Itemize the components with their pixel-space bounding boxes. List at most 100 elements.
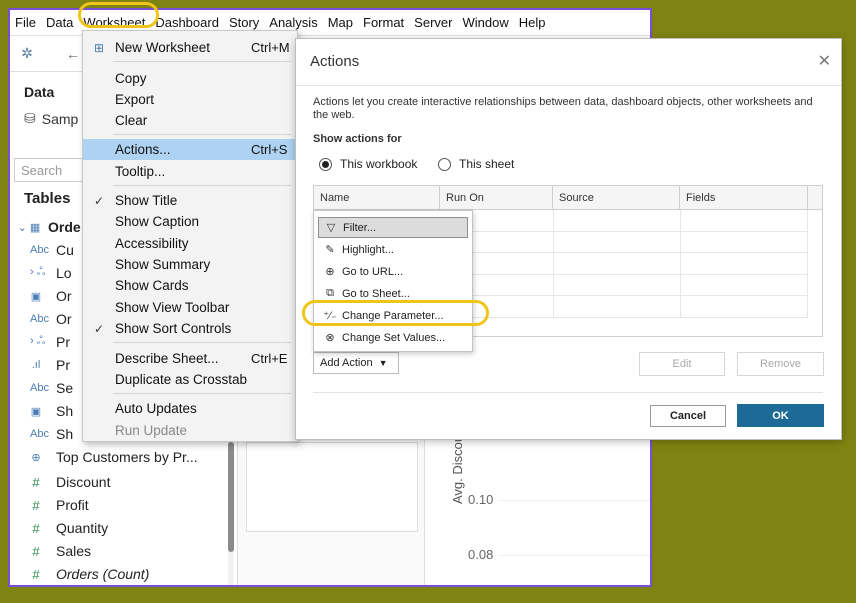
marks-card[interactable] — [246, 442, 418, 532]
menu-item-show-view-toolbar[interactable]: Show View Toolbar — [83, 297, 297, 318]
remove-button[interactable]: Remove — [737, 352, 824, 376]
ok-button[interactable]: OK — [737, 404, 824, 427]
menu-item-actions[interactable]: Actions... Ctrl+S — [83, 139, 297, 160]
tables-heading: Tables — [24, 190, 71, 207]
menu-analysis[interactable]: Analysis — [264, 15, 322, 30]
abc-icon: Abc — [30, 313, 49, 325]
field-measure[interactable]: # Orders (Count) — [16, 563, 149, 585]
menu-item-run-update: Run Update — [115, 423, 188, 438]
show-actions-label: Show actions for — [313, 133, 402, 145]
menu-item-show-cards[interactable]: Show Cards — [83, 275, 297, 296]
add-action-filter[interactable]: ▽ Filter... — [318, 217, 468, 238]
highlight-icon: ✎ — [325, 244, 335, 256]
column-header-name[interactable]: Name — [314, 186, 440, 210]
add-action-go-to-url[interactable]: ⊕ Go to URL... — [318, 261, 468, 282]
dropdown-arrow-icon: ▼ — [378, 358, 388, 368]
menu-worksheet[interactable]: Worksheet — [78, 15, 150, 30]
dialog-title: Actions — [310, 53, 360, 70]
menu-item-show-sort-controls[interactable]: ✓ Show Sort Controls — [83, 318, 297, 339]
field-measure[interactable]: # Discount — [16, 471, 110, 493]
menu-item-auto-updates[interactable]: Auto Updates — [83, 398, 297, 419]
menu-format[interactable]: Format — [358, 15, 409, 30]
menu-item-describe-sheet[interactable]: Describe Sheet... Ctrl+E — [83, 348, 297, 369]
field-measure[interactable]: # Profit — [16, 494, 88, 516]
field-item[interactable]: › ஃ Lo — [16, 262, 72, 284]
table-col-line — [807, 210, 808, 318]
menu-separator — [113, 393, 291, 394]
gridline — [500, 555, 650, 556]
menu-item-show-title[interactable]: ✓ Show Title — [83, 190, 297, 211]
add-action-highlight[interactable]: ✎ Highlight... — [318, 239, 468, 260]
menu-item-new-worksheet[interactable]: ⊞ New Worksheet Ctrl+M — [83, 37, 297, 58]
add-action-change-parameter[interactable]: ⁺⁄₋ Change Parameter... — [318, 305, 468, 326]
hash-icon: # — [32, 520, 40, 536]
edit-button[interactable]: Edit — [639, 352, 725, 376]
hash-icon: # — [32, 497, 40, 513]
sheet-link-icon: ⧉ — [326, 287, 334, 299]
menu-story[interactable]: Story — [224, 15, 264, 30]
data-source-label: Samp — [41, 110, 79, 127]
add-action-menu: ▽ Filter... ✎ Highlight... ⊕ Go to URL..… — [313, 210, 473, 352]
menu-map[interactable]: Map — [323, 15, 358, 30]
field-item[interactable]: Abc Or — [16, 308, 72, 330]
worksheet-dropdown-menu: ⊞ New Worksheet Ctrl+M Copy Export Clear… — [82, 30, 298, 442]
set-icon: ⊗ — [325, 332, 335, 344]
radio-selected-icon — [319, 157, 332, 171]
add-action-change-set-values[interactable]: ⊗ Change Set Values... — [318, 327, 468, 348]
y-tick-label: 0.08 — [468, 547, 494, 562]
column-header-fields[interactable]: Fields — [680, 186, 808, 210]
menu-help[interactable]: Help — [514, 15, 551, 30]
field-item[interactable]: Abc Se — [16, 377, 73, 399]
hash-icon: # — [32, 474, 40, 490]
menu-item-duplicate-crosstab[interactable]: Duplicate as Crosstab — [83, 369, 297, 390]
filter-icon: ▽ — [326, 222, 336, 234]
close-icon[interactable]: ✕ — [818, 51, 831, 71]
date-icon: ▣ — [30, 405, 42, 418]
field-item[interactable]: .ıl Pr — [16, 354, 70, 376]
field-item[interactable]: ▣ Or — [16, 285, 72, 307]
dialog-description: Actions let you create interactive relat… — [313, 96, 813, 121]
menu-item-clear[interactable]: Clear — [83, 110, 297, 131]
menu-dashboard[interactable]: Dashboard — [150, 15, 224, 30]
radio-this-workbook[interactable]: This workbook — [319, 157, 417, 171]
menu-item-show-summary[interactable]: Show Summary — [83, 254, 297, 275]
menu-item-show-caption[interactable]: Show Caption — [83, 211, 297, 232]
gridline — [500, 500, 650, 501]
table-header: Name Run On Source Fields — [314, 186, 822, 210]
table-icon: ⌄ ▦ — [17, 221, 41, 234]
menu-server[interactable]: Server — [409, 15, 457, 30]
field-table-orders[interactable]: ⌄ ▦ Orde — [16, 216, 81, 238]
menu-data[interactable]: Data — [41, 15, 78, 30]
table-col-line — [680, 210, 681, 318]
back-arrow-icon[interactable]: ← — [64, 45, 82, 63]
abc-icon: Abc — [30, 382, 49, 394]
menu-item-export[interactable]: Export — [83, 89, 297, 110]
cancel-button[interactable]: Cancel — [650, 405, 726, 427]
menu-file[interactable]: File — [10, 15, 41, 30]
field-item[interactable]: Abc Sh — [16, 423, 73, 445]
column-header-source[interactable]: Source — [553, 186, 680, 210]
bars-icon: .ıl — [31, 359, 41, 371]
menu-item-tooltip[interactable]: Tooltip... — [83, 161, 297, 182]
add-action-go-to-sheet[interactable]: ⧉ Go to Sheet... — [318, 283, 468, 304]
set-icon: ⊕ — [31, 451, 41, 464]
radio-this-sheet[interactable]: This sheet — [438, 157, 514, 171]
field-measure[interactable]: # Sales — [16, 540, 91, 562]
divider — [313, 392, 823, 393]
field-item[interactable]: ⊕ Top Customers by Pr... — [16, 446, 197, 468]
menu-separator — [113, 134, 291, 135]
menu-item-copy[interactable]: Copy — [83, 68, 297, 89]
field-item[interactable]: › ஃ Pr — [16, 331, 70, 353]
field-measure[interactable]: # Quantity — [16, 517, 108, 539]
divider — [296, 85, 841, 86]
menu-item-accessibility[interactable]: Accessibility — [83, 233, 297, 254]
field-item[interactable]: ▣ Sh — [16, 400, 73, 422]
tableau-logo-icon[interactable]: ✲ — [18, 45, 36, 63]
column-header-run-on[interactable]: Run On — [440, 186, 553, 210]
add-action-button[interactable]: Add Action ▼ — [313, 352, 399, 374]
parameter-icon: ⁺⁄₋ — [323, 310, 337, 322]
hash-icon: # — [32, 566, 40, 582]
data-pane-scroll-thumb[interactable] — [228, 442, 234, 552]
field-item[interactable]: Abc Cu — [16, 239, 74, 261]
menu-window[interactable]: Window — [457, 15, 513, 30]
